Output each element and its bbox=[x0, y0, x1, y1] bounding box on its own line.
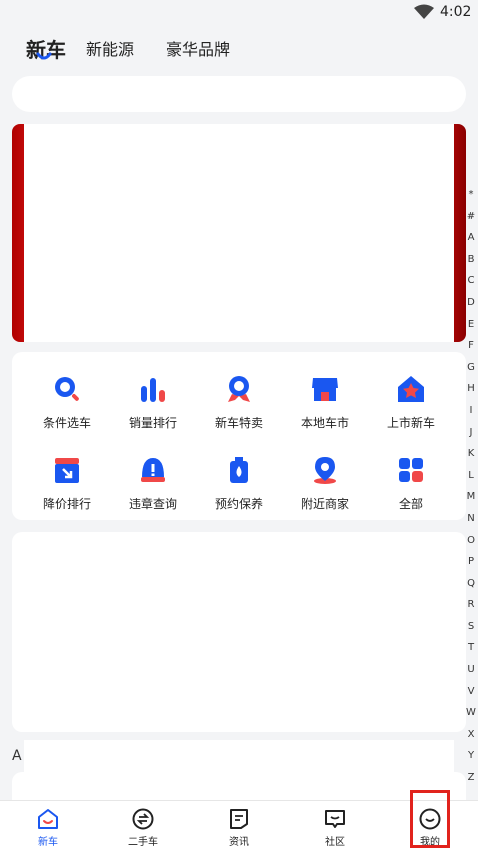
index-letter[interactable]: H bbox=[467, 378, 475, 400]
index-letter[interactable]: W bbox=[466, 702, 476, 724]
index-letter[interactable]: D bbox=[467, 292, 475, 314]
entry-maintenance-booking[interactable]: 预约保养 bbox=[196, 443, 282, 512]
entry-launched-cars[interactable]: 上市新车 bbox=[368, 362, 454, 431]
index-letter[interactable]: S bbox=[468, 616, 474, 638]
promo-banner[interactable] bbox=[12, 124, 466, 342]
entry-label: 全部 bbox=[398, 497, 423, 511]
entry-sales-ranking[interactable]: 销量排行 bbox=[110, 362, 196, 431]
index-letter[interactable]: * bbox=[469, 184, 474, 206]
index-letter[interactable]: Y bbox=[468, 745, 474, 767]
index-letter[interactable]: C bbox=[468, 270, 475, 292]
entry-label: 附近商家 bbox=[300, 497, 349, 511]
index-letter[interactable]: E bbox=[468, 314, 474, 336]
entry-label: 降价排行 bbox=[42, 497, 91, 511]
index-letter[interactable]: J bbox=[470, 422, 473, 444]
index-letter[interactable]: I bbox=[470, 400, 473, 422]
news-icon bbox=[230, 809, 248, 829]
status-time: 4:02 bbox=[440, 4, 472, 20]
search-icon bbox=[50, 372, 84, 406]
nav-label: 新车 bbox=[38, 837, 58, 848]
index-letter[interactable]: G bbox=[467, 357, 475, 379]
tab-luxury-brands[interactable]: 豪华品牌 bbox=[166, 38, 230, 62]
entry-label: 本地车市 bbox=[300, 416, 349, 430]
index-letter[interactable]: L bbox=[468, 465, 474, 487]
community-icon bbox=[325, 810, 345, 828]
entry-nearby-dealers[interactable]: 附近商家 bbox=[282, 443, 368, 512]
entry-all[interactable]: 全部 bbox=[368, 443, 454, 512]
entry-label: 销量排行 bbox=[128, 416, 177, 430]
location-pin-icon bbox=[308, 453, 342, 487]
index-letter[interactable]: N bbox=[467, 508, 474, 530]
nav-community[interactable]: 社区 bbox=[310, 807, 360, 848]
price-down-icon bbox=[50, 453, 84, 487]
exchange-icon bbox=[132, 808, 154, 830]
search-bar[interactable] bbox=[12, 76, 466, 112]
entry-label: 条件选车 bbox=[42, 416, 91, 430]
quick-entry-grid: 条件选车 销量排行 新车特卖 本地车市 上市新车 降价排行 违章查询 预约保养 … bbox=[12, 362, 466, 512]
index-letter[interactable]: Q bbox=[467, 573, 475, 595]
index-letter[interactable]: V bbox=[468, 681, 475, 703]
index-letter[interactable]: K bbox=[468, 443, 475, 465]
tab-active-indicator bbox=[36, 52, 52, 60]
index-letter[interactable]: Z bbox=[468, 767, 475, 789]
alphabet-index[interactable]: * # A B C D E F G H I J K L M N O P Q R … bbox=[464, 184, 478, 789]
index-letter[interactable]: O bbox=[467, 530, 475, 552]
entry-label: 预约保养 bbox=[214, 497, 263, 511]
entry-new-car-sale[interactable]: 新车特卖 bbox=[196, 362, 282, 431]
index-letter[interactable]: X bbox=[468, 724, 475, 746]
oil-bottle-icon bbox=[222, 453, 256, 487]
nav-label: 二手车 bbox=[128, 837, 158, 848]
index-letter[interactable]: T bbox=[468, 637, 474, 659]
wifi-icon bbox=[414, 4, 434, 19]
bottom-nav: 新车 二手车 资讯 社区 我的 bbox=[0, 800, 478, 851]
nav-label: 资讯 bbox=[229, 837, 249, 848]
index-letter[interactable]: M bbox=[467, 486, 476, 508]
nav-used-car[interactable]: 二手车 bbox=[118, 807, 168, 848]
banner-content bbox=[24, 124, 454, 342]
quick-entry-card: 条件选车 销量排行 新车特卖 本地车市 上市新车 降价排行 违章查询 预约保养 … bbox=[12, 352, 466, 520]
grid-icon bbox=[394, 453, 428, 487]
entry-label: 违章查询 bbox=[128, 497, 177, 511]
index-letter[interactable]: U bbox=[467, 659, 474, 681]
nav-new-car[interactable]: 新车 bbox=[23, 807, 73, 848]
highlight-box bbox=[410, 790, 450, 848]
store-icon bbox=[308, 372, 342, 406]
entry-local-market[interactable]: 本地车市 bbox=[282, 362, 368, 431]
entry-violation-query[interactable]: 违章查询 bbox=[110, 443, 196, 512]
nav-label: 社区 bbox=[325, 837, 345, 848]
index-letter[interactable]: R bbox=[468, 594, 475, 616]
section-letter: A bbox=[12, 748, 22, 764]
warning-icon bbox=[136, 453, 170, 487]
new-car-home-icon bbox=[38, 809, 58, 829]
bar-chart-icon bbox=[136, 372, 170, 406]
entry-condition-select[interactable]: 条件选车 bbox=[24, 362, 110, 431]
index-letter[interactable]: B bbox=[468, 249, 475, 271]
nav-news[interactable]: 资讯 bbox=[214, 807, 264, 848]
star-house-icon bbox=[394, 372, 428, 406]
index-letter[interactable]: # bbox=[467, 206, 475, 228]
content-card bbox=[12, 532, 466, 732]
entry-label: 上市新车 bbox=[386, 416, 435, 430]
entry-price-drop-ranking[interactable]: 降价排行 bbox=[24, 443, 110, 512]
index-letter[interactable]: P bbox=[468, 551, 474, 573]
ribbon-badge-icon bbox=[222, 372, 256, 406]
tab-new-energy[interactable]: 新能源 bbox=[86, 38, 134, 62]
top-tabs: 新车 新能源 豪华品牌 bbox=[26, 28, 262, 62]
entry-label: 新车特卖 bbox=[214, 416, 263, 430]
index-letter[interactable]: F bbox=[468, 335, 474, 357]
status-bar: 4:02 bbox=[0, 0, 478, 26]
index-letter[interactable]: A bbox=[468, 227, 475, 249]
